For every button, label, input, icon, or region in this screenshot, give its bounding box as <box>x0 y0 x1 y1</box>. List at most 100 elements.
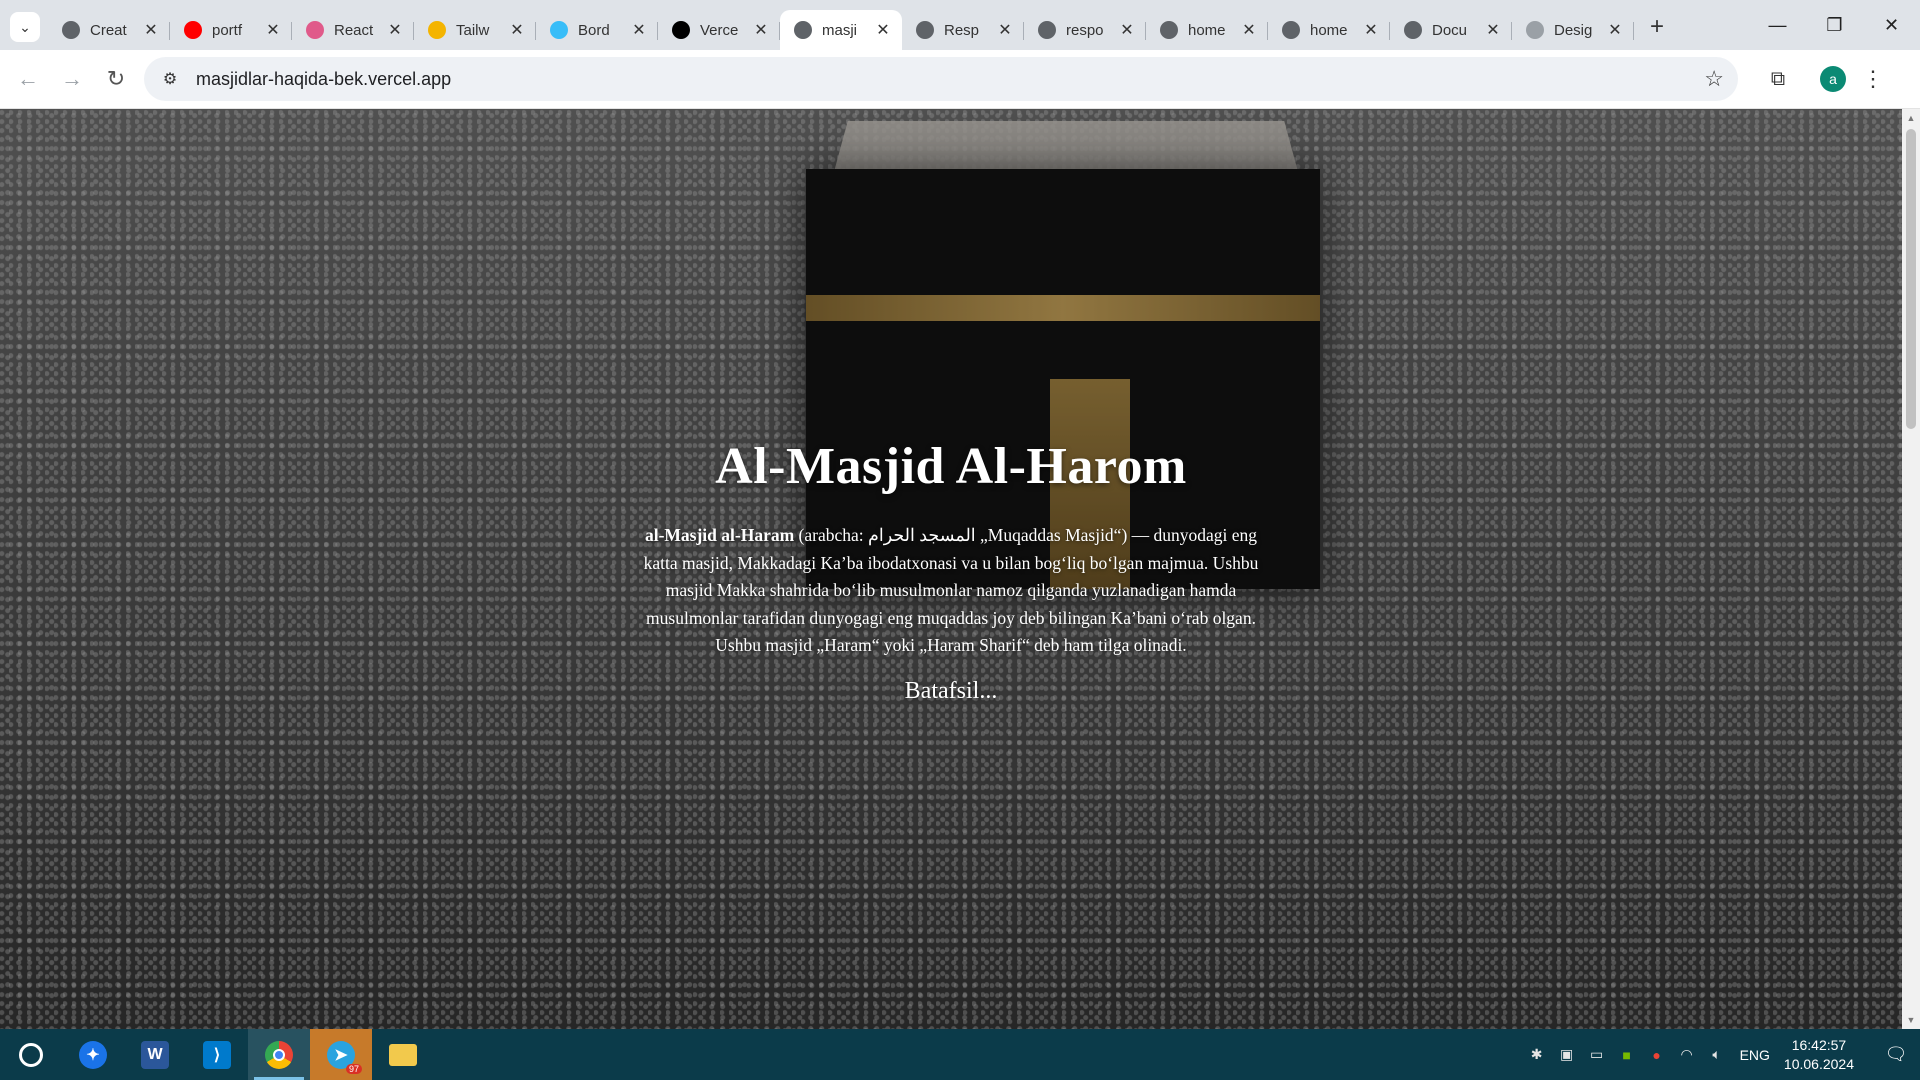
tab-label: Bord <box>578 21 610 39</box>
browser-menu-button[interactable]: ⋮ <box>1858 57 1888 101</box>
restore-icon: ❐ <box>1826 14 1843 35</box>
puzzle-icon: ⧉ <box>1770 67 1786 90</box>
browser-tab[interactable]: Docu ✕ <box>1390 10 1512 50</box>
kebab-menu-icon: ⋮ <box>1862 66 1884 91</box>
language-indicator[interactable]: ENG <box>1740 1047 1770 1063</box>
nvidia-tray-icon[interactable]: ■ <box>1612 1047 1642 1063</box>
scroll-up-icon[interactable]: ▲ <box>1902 109 1920 127</box>
browser-tab[interactable]: Resp ✕ <box>902 10 1024 50</box>
file-explorer-button[interactable] <box>372 1029 434 1080</box>
tab-label: Desig <box>1554 21 1593 39</box>
chrome-button[interactable] <box>248 1029 310 1080</box>
chrome-icon <box>265 1040 293 1069</box>
browser-tab-strip: ⌄ Creat ✕ portf ✕ React ✕ Tailw ✕ Bord ✕ Verce ✕ mas… <box>0 0 1920 50</box>
bookmark-star-icon[interactable]: ☆ <box>1704 66 1724 92</box>
close-tab-icon[interactable]: ✕ <box>1362 20 1380 40</box>
arrow-left-icon: ← <box>17 66 39 91</box>
extensions-button[interactable]: ⧉ <box>1756 57 1800 101</box>
close-tab-icon[interactable]: ✕ <box>752 20 770 40</box>
browser-tab[interactable]: Verce ✕ <box>658 10 780 50</box>
new-tab-button[interactable]: + <box>1640 10 1674 44</box>
page-viewport: Al-Masjid Al-Harom al-Masjid al-Haram (a… <box>0 109 1902 1029</box>
system-tray: ✱ ▣ ▭ ■ ● ◠ 🔈︎ ENG 16:42:57 10.06.2024 🗨… <box>1522 1029 1920 1080</box>
scroll-down-icon[interactable]: ▼ <box>1902 1011 1920 1029</box>
arrow-right-icon: → <box>61 66 83 91</box>
globe-icon <box>916 21 934 39</box>
clock[interactable]: 16:42:57 10.06.2024 <box>1784 1036 1854 1074</box>
vercel-icon <box>672 21 690 39</box>
browser-tab[interactable]: home ✕ <box>1146 10 1268 50</box>
browser-tab[interactable]: Tailw ✕ <box>414 10 536 50</box>
app-tray-icon[interactable]: ▣ <box>1552 1046 1582 1063</box>
close-tab-icon[interactable]: ✕ <box>1606 20 1624 40</box>
pin-app-icon: ✦ <box>79 1040 107 1069</box>
browser-toolbar: ← → ↻ ⚙ masjidlar-haqida-bek.vercel.app … <box>0 50 1920 109</box>
read-more-link[interactable]: Batafsil... <box>905 678 998 705</box>
minimize-button[interactable]: — <box>1749 0 1806 50</box>
tab-label: respo <box>1066 21 1104 39</box>
browser-tab[interactable]: React ✕ <box>292 10 414 50</box>
tab-label: home <box>1188 21 1226 39</box>
react-icon <box>306 21 324 39</box>
forward-button[interactable]: → <box>50 57 94 101</box>
file-explorer-icon <box>389 1043 417 1066</box>
close-tab-icon[interactable]: ✕ <box>1240 20 1258 40</box>
close-tab-icon[interactable]: ✕ <box>996 20 1014 40</box>
minimize-icon: — <box>1768 14 1787 35</box>
vscode-button[interactable]: ⟩ <box>186 1029 248 1080</box>
volume-icon[interactable]: 🔈︎ <box>1702 1046 1732 1063</box>
battery-icon[interactable]: ▭ <box>1582 1046 1612 1063</box>
word-icon: W <box>141 1040 169 1069</box>
browser-tab[interactable]: respo ✕ <box>1024 10 1146 50</box>
wifi-icon[interactable]: ◠ <box>1672 1046 1702 1063</box>
site-settings-icon[interactable]: ⚙ <box>158 67 182 91</box>
browser-tab[interactable]: masji ✕ <box>780 10 902 50</box>
word-button[interactable]: W <box>124 1029 186 1080</box>
globe-icon <box>62 21 80 39</box>
page-scrollbar[interactable]: ▲ ▼ <box>1902 109 1920 1029</box>
cortana-button[interactable] <box>0 1029 62 1080</box>
close-tab-icon[interactable]: ✕ <box>630 20 648 40</box>
youtube-icon <box>184 21 202 39</box>
url-text[interactable]: masjidlar-haqida-bek.vercel.app <box>196 69 1704 90</box>
close-tab-icon[interactable]: ✕ <box>874 20 892 40</box>
browser-tab[interactable]: Bord ✕ <box>536 10 658 50</box>
browser-tab[interactable]: portf ✕ <box>170 10 292 50</box>
scrollbar-thumb[interactable] <box>1906 129 1916 429</box>
notifications-icon[interactable]: 🗨︎ <box>1872 1044 1920 1065</box>
telegram-badge: 97 <box>345 1064 362 1074</box>
browser-tab[interactable]: Desig ✕ <box>1512 10 1634 50</box>
close-tab-icon[interactable]: ✕ <box>1118 20 1136 40</box>
pin-app-button[interactable]: ✦ <box>62 1029 124 1080</box>
reload-icon: ↻ <box>106 66 126 91</box>
plus-icon: + <box>1649 13 1664 40</box>
chrome-tray-icon[interactable]: ● <box>1642 1047 1672 1063</box>
tab-label: home <box>1310 21 1348 39</box>
tab-search-button[interactable]: ⌄ <box>10 12 40 42</box>
close-tab-icon[interactable]: ✕ <box>1484 20 1502 40</box>
close-icon: ✕ <box>1883 14 1900 35</box>
back-button[interactable]: ← <box>6 57 50 101</box>
close-tab-icon[interactable]: ✕ <box>264 20 282 40</box>
close-tab-icon[interactable]: ✕ <box>508 20 526 40</box>
address-bar[interactable]: ⚙ masjidlar-haqida-bek.vercel.app ☆ <box>144 57 1738 101</box>
tab-label: portf <box>212 21 243 39</box>
close-tab-icon[interactable]: ✕ <box>386 20 404 40</box>
slack-tray-icon[interactable]: ✱ <box>1522 1046 1552 1063</box>
restore-button[interactable]: ❐ <box>1806 0 1863 50</box>
browser-tab[interactable]: Creat ✕ <box>48 10 170 50</box>
globe-icon <box>1160 21 1178 39</box>
close-tab-icon[interactable]: ✕ <box>142 20 160 40</box>
tailwind-icon <box>550 21 568 39</box>
reload-button[interactable]: ↻ <box>94 57 138 101</box>
tab-label: Creat <box>90 21 127 39</box>
close-window-button[interactable]: ✕ <box>1863 0 1920 50</box>
profile-avatar[interactable]: a <box>1820 66 1846 92</box>
clock-date: 10.06.2024 <box>1783 1055 1854 1072</box>
telegram-button[interactable]: ➤ 97 <box>310 1029 372 1080</box>
globe-icon <box>1282 21 1300 39</box>
tab-label: Docu <box>1432 21 1468 39</box>
browser-tab[interactable]: home ✕ <box>1268 10 1390 50</box>
tab-label: Verce <box>700 21 739 39</box>
tab-label: React <box>334 21 374 39</box>
